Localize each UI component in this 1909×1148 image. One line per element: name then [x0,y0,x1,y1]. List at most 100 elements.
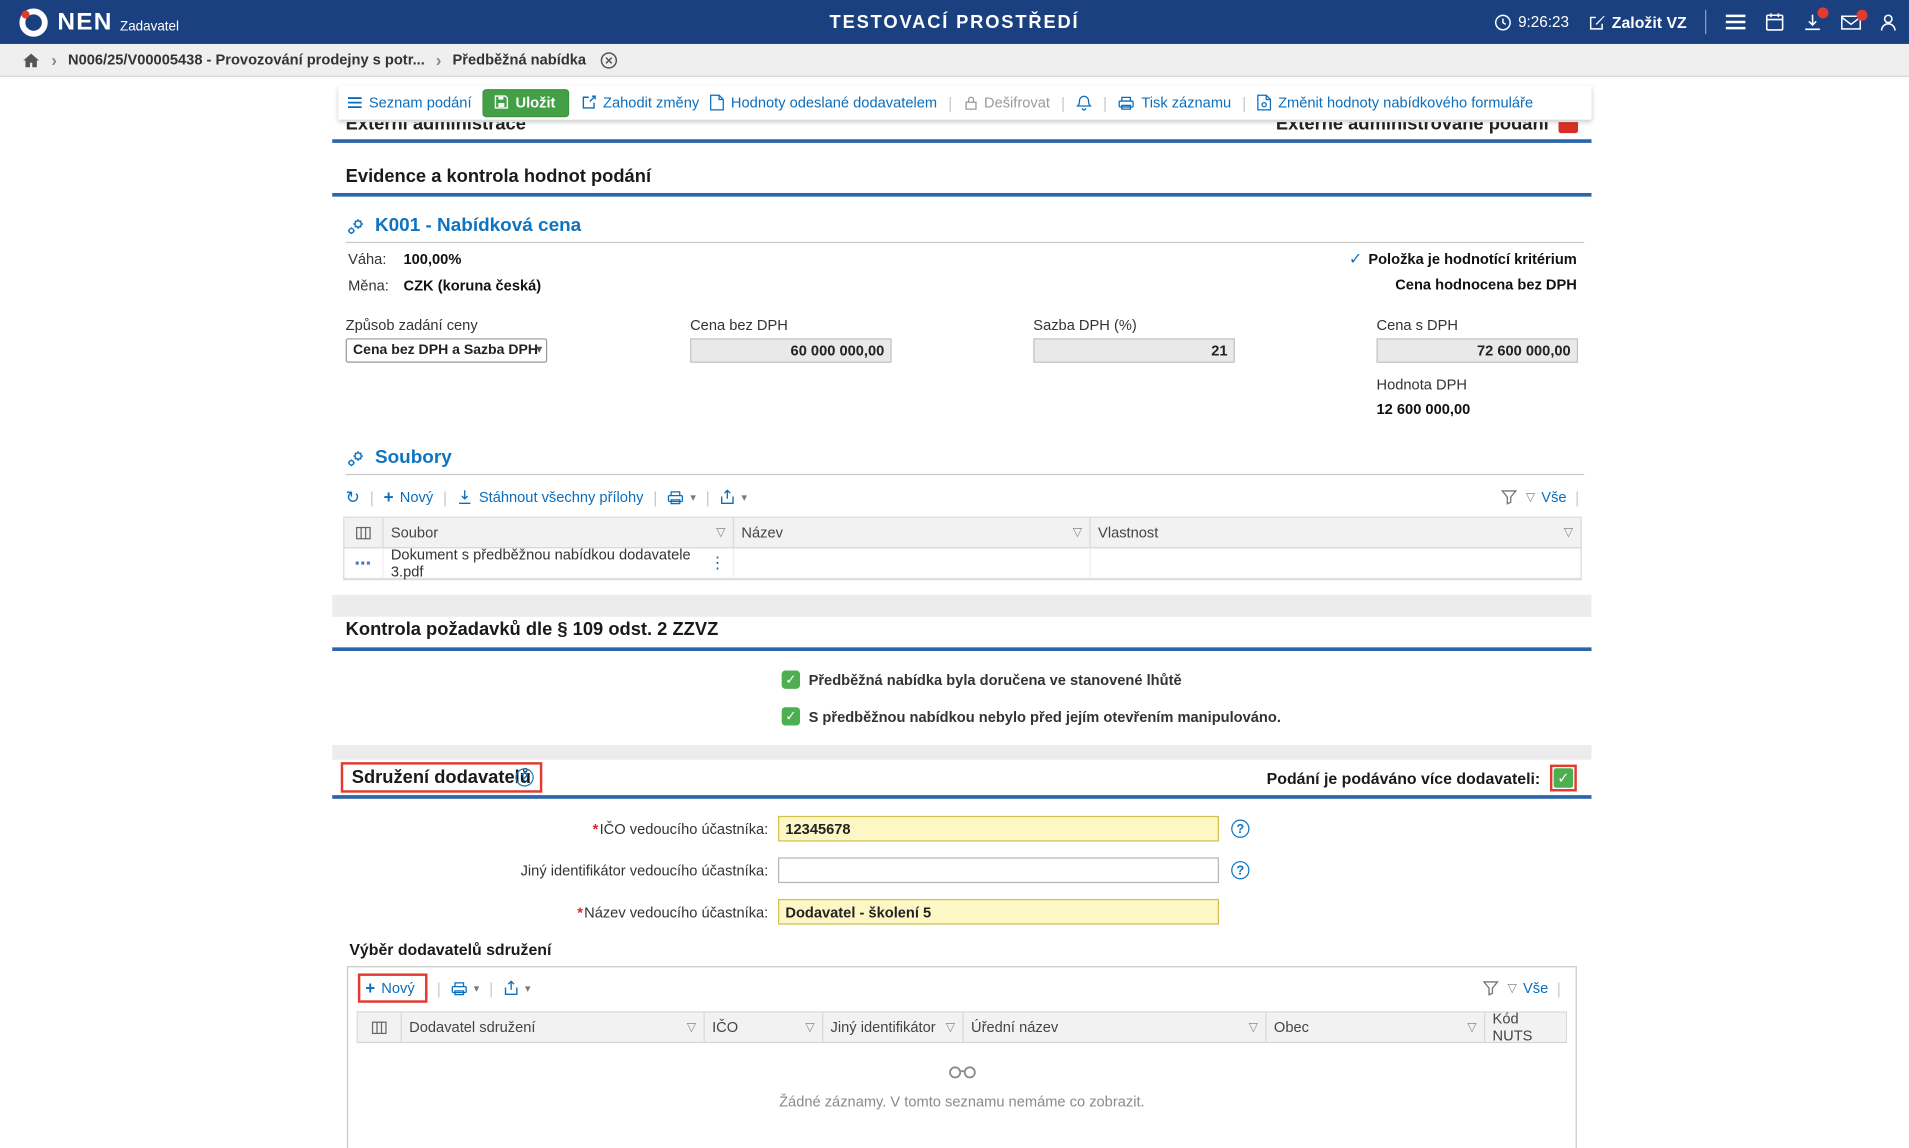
jiny-identifikator-label: Jiný identifikátor vedoucího účastníka: [521,862,769,879]
cena-bez-dph-input[interactable]: 60 000 000,00 [690,338,892,362]
nazev-field-row: *Název vedoucího účastníka: Dodavatel - … [332,899,1219,925]
file-name[interactable]: Dokument s předběžnou nabídkou dodavatel… [391,546,710,580]
zahodit-zmeny-link[interactable]: Zahodit změny [580,94,699,111]
section-gap [332,595,1591,617]
empty-state-text: Žádné záznamy. V tomto seznamu nemáme co… [348,1093,1576,1110]
tisk-zaznamu-link[interactable]: Tisk záznamu [1118,94,1231,111]
help-icon[interactable]: ? [515,768,533,786]
downloads-button[interactable] [1803,12,1823,32]
row-menu-icon[interactable]: ⋯ [354,553,372,574]
novy-supplier-button[interactable]: + Nový [365,978,415,998]
kontrola-check-2: ✓ S předběžnou nabídkou nebylo před její… [782,707,1281,725]
nazev-input[interactable]: Dodavatel - školení 5 [778,899,1219,925]
hodnota-dph-value: 12 600 000,00 [1377,401,1471,418]
breadcrumb-item-predbezna-nabidka[interactable]: Předběžná nabídka [452,51,586,68]
breadcrumb-item-vz[interactable]: N006/25/V00005438 - Provozování prodejny… [68,51,425,68]
export-suppliers-button[interactable]: ▾ [503,980,531,997]
plus-icon: + [365,978,375,998]
column-settings-icon[interactable] [358,1013,402,1042]
podani-checkbox[interactable]: ✓ [1554,768,1574,788]
vyber-dodavatelu-title: Výběr dodavatelů sdružení [349,940,551,958]
column-filter-icon[interactable]: ▽ [805,1020,814,1033]
column-filter-icon[interactable]: ▽ [1073,526,1082,539]
chevron-down-icon: ▾ [474,981,480,994]
brand[interactable]: NEN Zadavatel [0,5,179,38]
required-asterisk: * [593,820,599,837]
hamburger-icon [1725,13,1747,30]
help-icon[interactable]: ? [1231,861,1249,879]
notifications-button[interactable] [1076,94,1092,111]
cena-s-dph-input[interactable]: 72 600 000,00 [1377,338,1579,362]
ico-field-row: *IČO vedoucího účastníka: 12345678 ? [332,816,1249,842]
zmenit-hodnoty-link[interactable]: Změnit hodnoty nabídkového formuláře [1257,94,1533,111]
zalozit-vz-button[interactable]: Založit VZ [1587,13,1686,31]
column-filter-icon[interactable]: ▽ [946,1020,955,1033]
column-nazev: Název ▽ [734,518,1091,547]
chevron-down-icon: ▾ [525,981,531,994]
help-icon[interactable]: ? [1231,820,1249,838]
files-table-header: Soubor ▽ Název ▽ Vlastnost ▽ [344,518,1580,549]
calendar-button[interactable] [1765,12,1785,32]
files-gears-icon [346,448,367,469]
export-icon [503,980,519,997]
breadcrumb-chevron: › [436,51,442,68]
calendar-icon [1765,12,1785,32]
externi-administrace-title: Externí administrace [346,122,526,134]
ico-input[interactable]: 12345678 [778,816,1219,842]
mena-value: CZK (koruna česká) [404,277,542,294]
messages-button[interactable] [1841,14,1862,30]
evidence-section-title: Evidence a kontrola hodnot podání [346,166,651,187]
novy-file-button[interactable]: + Nový [384,487,434,507]
download-attachments-icon [457,489,473,506]
stahnout-prilohy-button[interactable]: Stáhnout všechny přílohy [457,489,644,506]
export-list-button[interactable]: ▾ [720,489,748,506]
required-asterisk: * [577,903,583,920]
column-settings-icon[interactable] [344,518,383,547]
user-profile-button[interactable] [1880,13,1897,31]
chevron-down-icon: ▾ [536,343,542,356]
criteria-gears-icon [346,216,367,237]
red-status-icon[interactable] [1559,122,1579,132]
divider [346,474,1584,475]
chevron-down-icon: ▾ [690,490,696,503]
jiny-identifikator-input[interactable] [778,857,1219,883]
refresh-icon[interactable]: ↻ [346,487,360,508]
vse-filter-button[interactable]: ▽ Vše [1507,980,1548,997]
save-icon [494,94,510,110]
sazba-dph-label: Sazba DPH (%) [1033,316,1235,333]
sdruzeni-section-title-annotated: Sdružení dodavatelů [341,762,542,793]
close-tab-icon[interactable] [600,51,618,69]
seznam-podani-link[interactable]: Seznam podání [347,94,472,111]
hodnoty-odeslane-link[interactable]: Hodnoty odeslané dodavatelem [710,94,937,111]
column-filter-icon[interactable]: ▽ [687,1020,696,1033]
mena-label: Měna: [348,277,389,294]
filter-icon[interactable] [1501,490,1517,505]
column-filter-icon[interactable]: ▽ [716,526,725,539]
column-filter-icon[interactable]: ▽ [1467,1020,1476,1033]
ulozit-button[interactable]: Uložit [483,89,569,117]
action-toolbar: Seznam podání Uložit Zahodit změny Hodno… [338,85,1591,119]
column-dodavatel-sdruzeni: Dodavatel sdružení ▽ [402,1013,705,1042]
print-suppliers-button[interactable]: ▾ [451,980,480,996]
file-row[interactable]: ⋯ Dokument s předběžnou nabídkou dodavat… [344,548,1580,579]
main-menu-button[interactable] [1725,13,1747,30]
column-ico: IČO ▽ [705,1013,823,1042]
green-check-icon: ✓ [782,671,800,689]
section-divider [332,139,1591,143]
column-filter-icon[interactable]: ▽ [1249,1020,1258,1033]
breadcrumb: › N006/25/V00005438 - Provozování prodej… [0,44,1909,77]
home-icon[interactable] [22,52,40,68]
kriterium-text: Položka je hodnotící kritérium [1368,250,1576,267]
breadcrumb-chevron: › [51,51,57,68]
filter-icon[interactable] [1483,981,1499,996]
empty-tray-icon [947,1065,976,1080]
files-table: Soubor ▽ Název ▽ Vlastnost ▽ ⋯ Dokument … [343,517,1581,581]
vse-filter-button[interactable]: ▽ Vše [1526,489,1567,506]
zpusob-zadani-select[interactable]: Cena bez DPH a Sazba DPH ▾ [346,338,548,362]
row-kebab-icon[interactable]: ⋮ [710,553,726,573]
print-list-button[interactable]: ▾ [667,489,696,505]
chevron-down-icon: ▾ [742,490,748,503]
sazba-dph-input[interactable]: 21 [1033,338,1235,362]
column-filter-icon[interactable]: ▽ [1564,526,1573,539]
brand-sub: Zadavatel [120,19,179,34]
